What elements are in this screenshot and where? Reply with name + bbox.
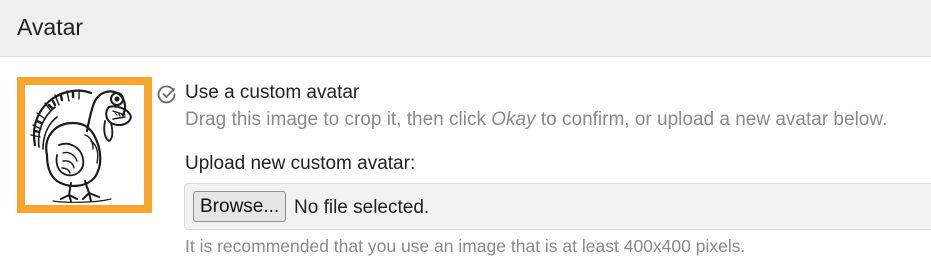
section-header: Avatar	[0, 0, 931, 57]
crop-help-prefix: Drag this image to crop it, then click	[185, 109, 492, 130]
turkey-drawing-icon	[30, 89, 132, 203]
section-title: Avatar	[17, 14, 84, 40]
avatar-settings-page: Avatar Use a custom avatar Drag this ima…	[0, 0, 931, 272]
check-circle-icon	[157, 85, 176, 104]
avatar-preview[interactable]	[17, 77, 152, 213]
crop-help-suffix: to confirm, or upload a new avatar below…	[535, 109, 888, 130]
upload-label: Upload new custom avatar:	[185, 153, 416, 174]
browse-button[interactable]: Browse...	[193, 191, 287, 222]
file-status-text: No file selected.	[294, 197, 430, 218]
crop-help-okay: Okay	[491, 109, 536, 130]
crop-help-text: Drag this image to crop it, then click O…	[185, 108, 887, 132]
file-input[interactable]: Browse... No file selected.	[184, 183, 931, 230]
avatar-image[interactable]	[25, 85, 144, 205]
custom-avatar-option-label[interactable]: Use a custom avatar	[185, 81, 359, 105]
size-recommendation-text: It is recommended that you use an image …	[185, 236, 746, 256]
